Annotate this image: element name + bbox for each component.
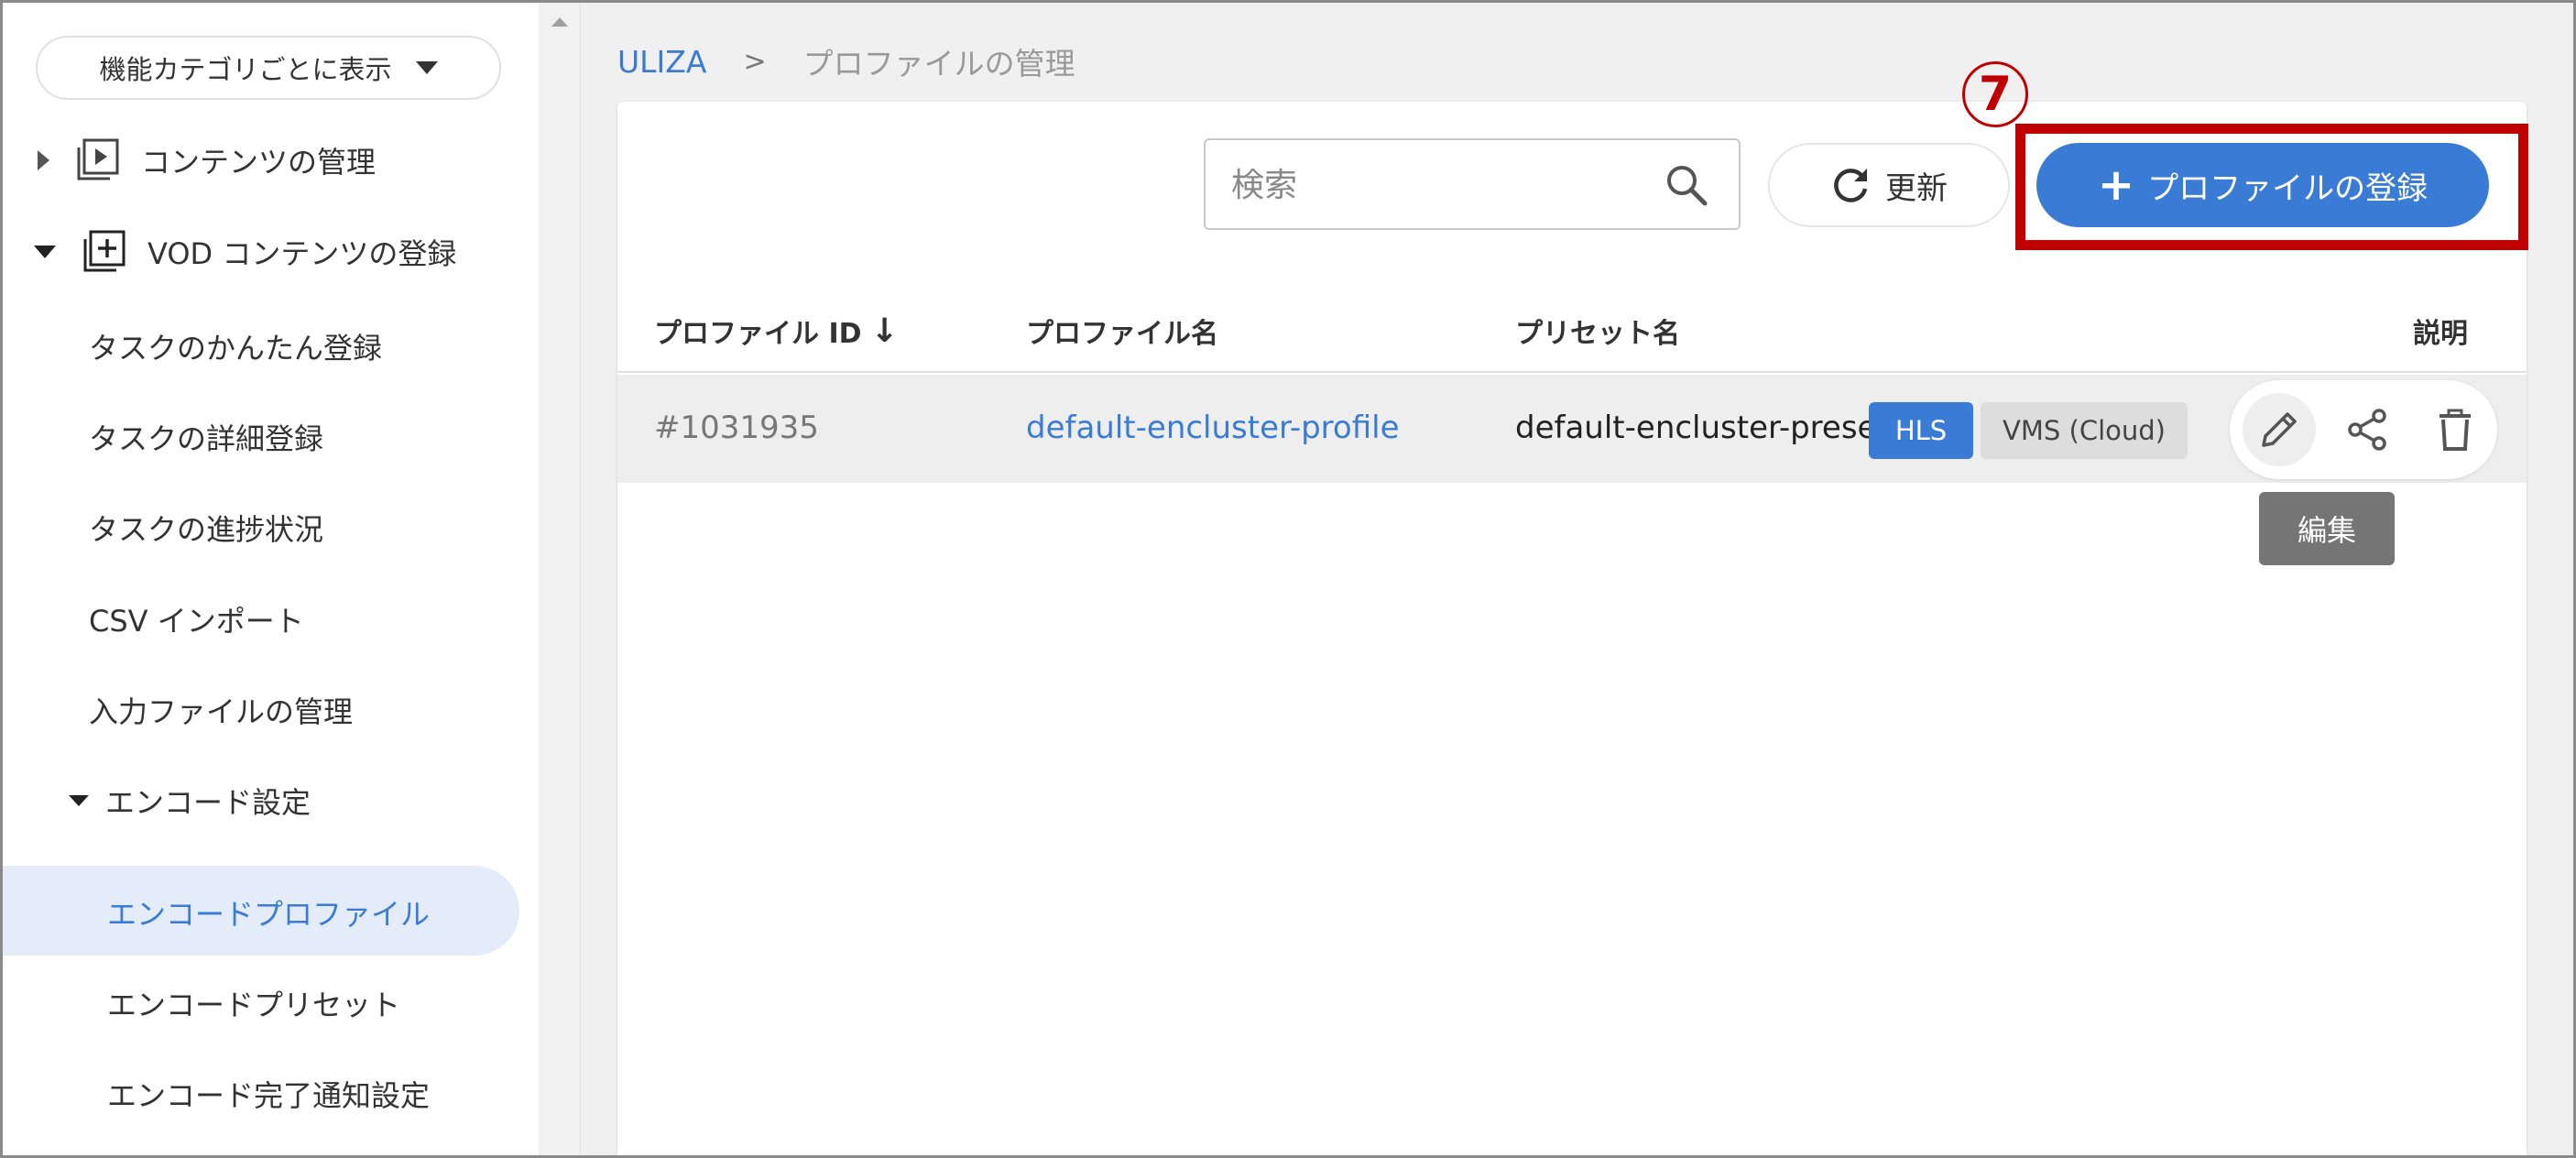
sidebar-item-encode-notification[interactable]: エンコード完了通知設定 — [107, 1073, 430, 1115]
sidebar-item-detail-task[interactable]: タスクの詳細登録 — [89, 416, 323, 458]
badge-hls: HLS — [1869, 402, 1973, 459]
plus-icon: + — [2097, 159, 2135, 211]
edit-button[interactable] — [2243, 393, 2316, 466]
search-icon[interactable] — [1664, 162, 1709, 208]
add-profile-button-label: プロファイルの登録 — [2147, 169, 2429, 207]
sidebar-item-label: コンテンツの管理 — [141, 145, 377, 180]
share-icon — [2348, 409, 2386, 451]
sidebar-item-csv-import[interactable]: CSV インポート — [89, 598, 304, 640]
profile-name-link[interactable]: default-encluster-profile — [1026, 410, 1400, 446]
share-button[interactable] — [2330, 393, 2404, 466]
column-header-id[interactable]: プロファイル ID ↓ — [654, 311, 899, 351]
sidebar-item-encode-profile[interactable]: エンコードプロファイル — [3, 866, 519, 956]
trash-icon — [2440, 409, 2471, 451]
caret-down-icon — [415, 61, 438, 74]
delete-button[interactable] — [2418, 393, 2492, 466]
chevron-right-icon: > — [743, 45, 767, 78]
refresh-icon — [1834, 169, 1868, 202]
table-header: プロファイル ID ↓ プロファイル名 プリセット名 説明 — [617, 285, 2527, 373]
sidebar-item-label: エンコードプロファイル — [107, 897, 431, 932]
expand-right-icon[interactable] — [38, 150, 49, 170]
add-library-icon — [83, 230, 126, 272]
profile-id: #1031935 — [654, 410, 819, 446]
sidebar-item-task-progress[interactable]: タスクの進捗状況 — [89, 507, 323, 549]
sidebar-item-easy-task[interactable]: タスクのかんたん登録 — [89, 325, 382, 367]
badge-vms: VMS (Cloud) — [1981, 402, 2188, 459]
sidebar-item-vod-registration[interactable]: VOD コンテンツの登録 — [34, 228, 456, 276]
edit-tooltip: 編集 — [2259, 492, 2395, 565]
preset-name: default-encluster-preset — [1515, 410, 1889, 446]
sidebar-group-encode-settings[interactable]: エンコード設定 — [69, 780, 311, 822]
app-window: 機能カテゴリごとに表示 コンテンツの管理 VOD コンテンツの登録 タスクのかん… — [0, 0, 2576, 1158]
breadcrumb-root-link[interactable]: ULIZA — [617, 44, 706, 80]
sidebar-scrollbar[interactable] — [539, 3, 581, 1155]
main-area: ULIZA > プロファイルの管理 7 更新 + — [581, 3, 2573, 1155]
category-select-label: 機能カテゴリごとに表示 — [99, 54, 392, 85]
refresh-button[interactable]: 更新 — [1768, 143, 2010, 227]
category-select[interactable]: 機能カテゴリごとに表示 — [36, 36, 501, 100]
search-field[interactable] — [1204, 138, 1741, 230]
breadcrumb-current: プロファイルの管理 — [802, 46, 1075, 82]
sidebar-group-label: エンコード設定 — [105, 785, 311, 820]
scroll-up-icon[interactable] — [551, 17, 568, 27]
pencil-icon — [2262, 412, 2297, 447]
sidebar-item-label: VOD コンテンツの登録 — [147, 236, 457, 271]
sidebar-item-content-management[interactable]: コンテンツの管理 — [38, 137, 376, 184]
add-profile-button[interactable]: + プロファイルの登録 — [2036, 143, 2489, 227]
profile-list-card: 7 更新 + プロファイルの登録 — [617, 61, 2528, 1155]
sidebar-item-input-files[interactable]: 入力ファイルの管理 — [89, 689, 353, 731]
column-header-name[interactable]: プロファイル名 — [1026, 311, 1218, 351]
column-header-preset[interactable]: プリセット名 — [1515, 311, 1680, 351]
expand-down-icon[interactable] — [34, 246, 56, 258]
table-row[interactable]: #1031935 default-encluster-profile defau… — [617, 375, 2527, 483]
column-header-label: プロファイル ID — [654, 318, 862, 350]
play-library-icon — [77, 138, 119, 180]
refresh-button-label: 更新 — [1885, 169, 1948, 207]
sidebar-item-encode-preset[interactable]: エンコードプリセット — [107, 982, 400, 1024]
breadcrumb: ULIZA > プロファイルの管理 — [617, 39, 1075, 83]
column-header-description[interactable]: 説明 — [2413, 311, 2468, 351]
row-actions — [2230, 380, 2497, 479]
search-input[interactable] — [1231, 160, 1653, 210]
sort-arrow-down-icon[interactable]: ↓ — [871, 312, 899, 350]
step-marker: 7 — [1962, 61, 2028, 127]
expand-down-icon[interactable] — [69, 795, 89, 806]
sidebar: 機能カテゴリごとに表示 コンテンツの管理 VOD コンテンツの登録 タスクのかん… — [3, 3, 539, 1155]
